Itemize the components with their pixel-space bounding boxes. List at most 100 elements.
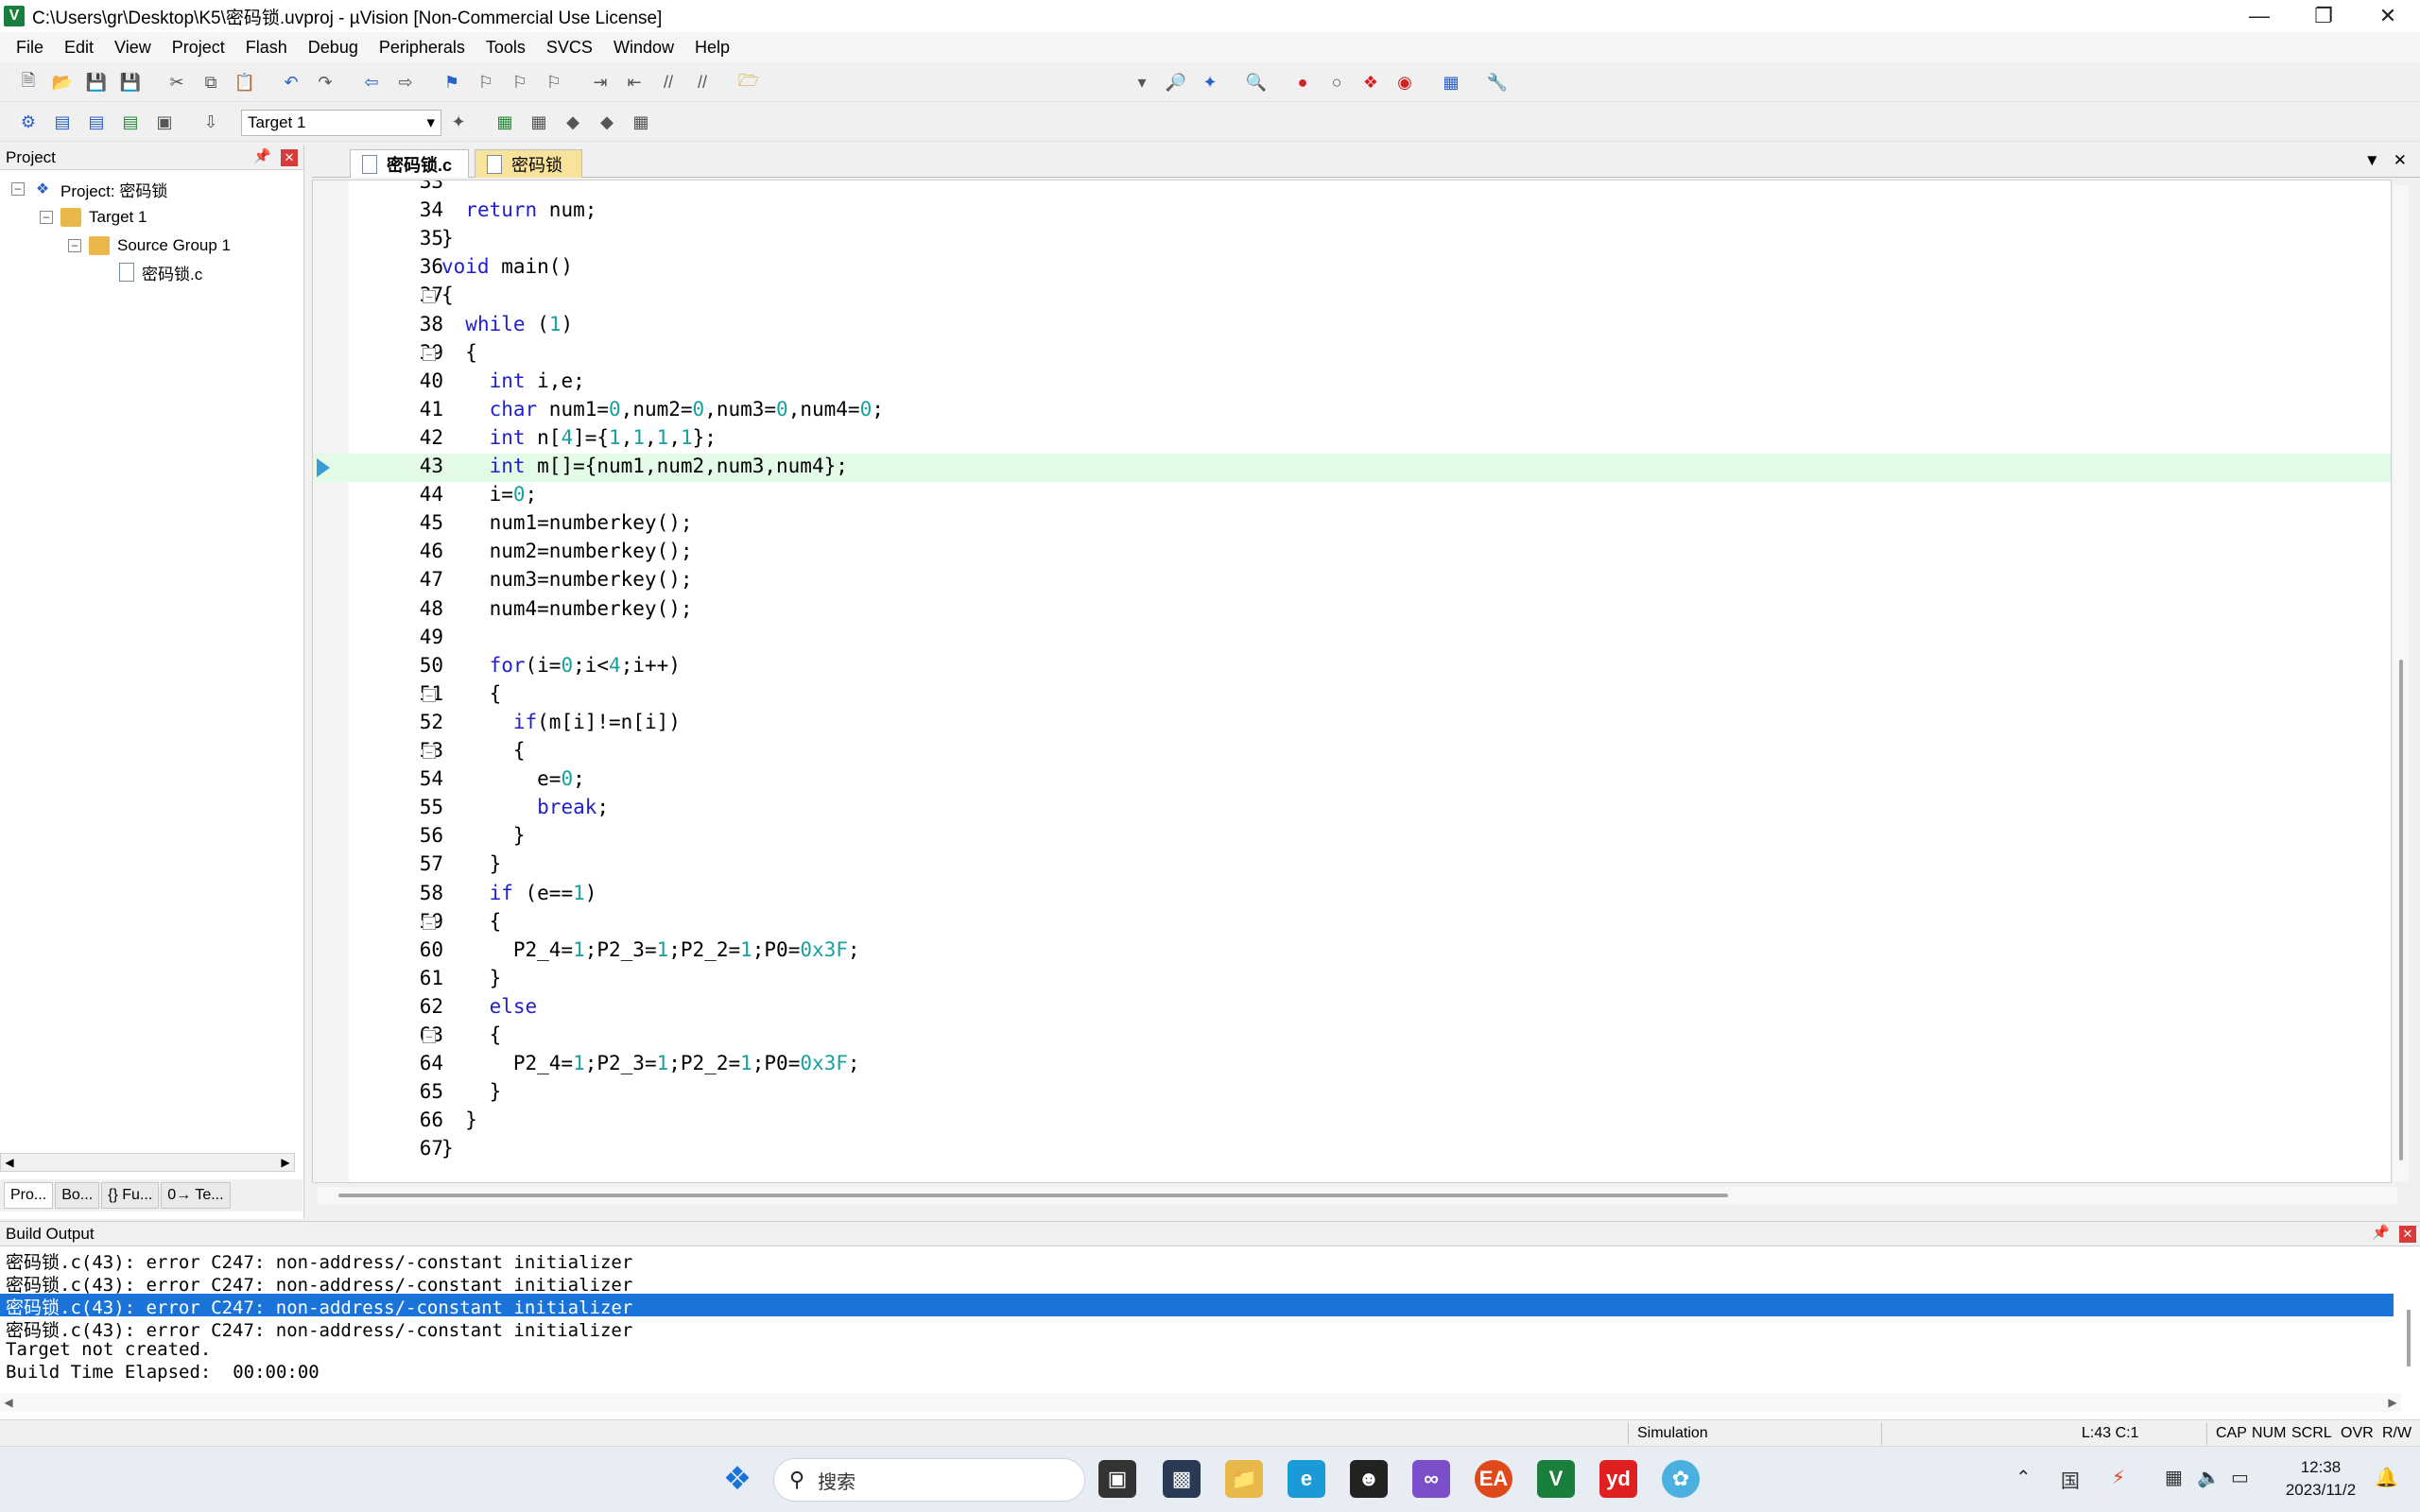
edge-browser-icon[interactable]: e xyxy=(1288,1460,1325,1498)
scrollbar-thumb[interactable] xyxy=(2407,1310,2411,1366)
redo-icon[interactable]: ↷ xyxy=(311,69,339,97)
scrollbar-thumb[interactable] xyxy=(2399,660,2403,1160)
pin-icon[interactable]: 📌 xyxy=(253,147,271,164)
close-icon[interactable]: ✕ xyxy=(281,149,298,166)
tree-target-node[interactable]: – Target 1 xyxy=(40,204,147,231)
menu-window[interactable]: Window xyxy=(603,38,684,58)
notification-bell-icon[interactable]: 🔔 xyxy=(2375,1466,2398,1489)
network-icon[interactable]: ▦ xyxy=(2165,1466,2183,1489)
tab-source-file[interactable]: 密码锁.c xyxy=(350,149,469,178)
fold-toggle-icon[interactable]: – xyxy=(423,746,436,759)
build-output-line[interactable]: Target not created. xyxy=(0,1339,2394,1362)
tab-templates[interactable]: 0→ Te... xyxy=(161,1182,231,1209)
uncomment-icon[interactable]: // xyxy=(688,69,717,97)
build-output-line[interactable]: 密码锁.c(43): error C247: non-address/-cons… xyxy=(0,1316,2394,1341)
code-line[interactable]: 45 num1=numberkey(); xyxy=(313,510,2391,539)
code-line[interactable]: 49 xyxy=(313,625,2391,653)
uvision-taskbar-icon[interactable]: V xyxy=(1537,1460,1575,1498)
virtualbox-app-icon[interactable]: ▩ xyxy=(1163,1460,1201,1498)
code-line[interactable]: 56 } xyxy=(313,823,2391,851)
code-line[interactable]: 41 char num1=0,num2=0,num3=0,num4=0; xyxy=(313,397,2391,425)
tree-group-node[interactable]: – Source Group 1 xyxy=(68,232,231,259)
code-line[interactable]: 62 else xyxy=(313,994,2391,1022)
menu-view[interactable]: View xyxy=(104,38,162,58)
code-line[interactable]: 50 for(i=0;i<4;i++) xyxy=(313,653,2391,681)
code-line[interactable]: 40 int i,e; xyxy=(313,369,2391,397)
breakpoint-insert-icon[interactable]: ● xyxy=(1288,69,1317,97)
collapse-icon[interactable]: – xyxy=(11,182,25,196)
configure-icon[interactable]: 🔧 xyxy=(1483,69,1512,97)
fold-toggle-icon[interactable]: – xyxy=(423,1030,436,1043)
navigate-back-icon[interactable]: ⇦ xyxy=(357,69,386,97)
code-line[interactable]: 46 num2=numberkey(); xyxy=(313,539,2391,567)
bookmark-prev-icon[interactable]: ⚐ xyxy=(472,69,500,97)
code-editor[interactable]: 3334 return num;35}36void main()37–{38 w… xyxy=(312,180,2392,1183)
batch-build-icon[interactable]: ▤ xyxy=(116,109,145,137)
debug-session-icon[interactable]: 🔍 xyxy=(1242,69,1270,97)
task-view-icon[interactable]: ▣ xyxy=(1098,1460,1136,1498)
breakpoint-kill-icon[interactable]: ❖ xyxy=(1357,69,1385,97)
code-line[interactable]: 54 e=0; xyxy=(313,766,2391,795)
tab-books[interactable]: Bo... xyxy=(55,1182,100,1209)
breakpoints-menu-icon[interactable]: ◉ xyxy=(1391,69,1419,97)
fold-toggle-icon[interactable]: – xyxy=(423,916,436,930)
close-window-button[interactable]: ✕ xyxy=(2356,0,2420,32)
navigate-forward-icon[interactable]: ⇨ xyxy=(391,69,420,97)
code-line[interactable]: 52 if(m[i]!=n[i]) xyxy=(313,710,2391,738)
menu-help[interactable]: Help xyxy=(684,38,740,58)
code-line[interactable]: 51– { xyxy=(313,681,2391,710)
scroll-left-icon[interactable]: ◀ xyxy=(0,1393,17,1412)
input-method-icon[interactable]: 国 xyxy=(2061,1466,2080,1493)
code-line[interactable]: 33 xyxy=(313,180,2391,198)
copy-icon[interactable]: ⧉ xyxy=(197,69,225,97)
bookmark-next-icon[interactable]: ⚐ xyxy=(506,69,534,97)
code-line[interactable]: 34 return num; xyxy=(313,198,2391,226)
code-line[interactable]: 64 P2_4=1;P2_3=1;P2_2=1;P0=0x3F; xyxy=(313,1051,2391,1079)
tab-functions[interactable]: {} Fu... xyxy=(101,1182,160,1209)
menu-debug[interactable]: Debug xyxy=(298,38,369,58)
window-layout-icon[interactable]: ▦ xyxy=(1437,69,1465,97)
code-line[interactable]: 67} xyxy=(313,1136,2391,1164)
unindent-icon[interactable]: ⇤ xyxy=(620,69,648,97)
download-icon[interactable]: ⇩ xyxy=(197,109,225,137)
project-horizontal-scrollbar[interactable]: ◀ ▶ xyxy=(0,1153,295,1172)
tab-project[interactable]: Pro... xyxy=(4,1182,54,1209)
build-output-line[interactable]: 密码锁.c(43): error C247: non-address/-cons… xyxy=(0,1248,2394,1273)
build-icon[interactable]: ▤ xyxy=(48,109,77,137)
menu-file[interactable]: File xyxy=(6,38,54,58)
battery-icon[interactable]: ▭ xyxy=(2231,1466,2249,1489)
undo-icon[interactable]: ↶ xyxy=(277,69,305,97)
code-line[interactable]: 36 void main() xyxy=(313,254,2391,283)
code-line[interactable]: 59– { xyxy=(313,909,2391,937)
editor-horizontal-scrollbar[interactable] xyxy=(318,1187,2397,1204)
menu-edit[interactable]: Edit xyxy=(54,38,104,58)
tray-overflow-icon[interactable]: ⌃ xyxy=(2015,1466,2031,1489)
bookmark-toggle-icon[interactable]: ⚑ xyxy=(438,69,466,97)
menu-svcs[interactable]: SVCS xyxy=(536,38,603,58)
qq-app-icon[interactable]: ☻ xyxy=(1350,1460,1388,1498)
file-explorer-icon[interactable]: 📁 xyxy=(1225,1460,1263,1498)
target-options-icon[interactable]: ✦ xyxy=(444,109,473,137)
code-line[interactable]: 63– { xyxy=(313,1022,2391,1051)
pin-icon[interactable]: 📌 xyxy=(2372,1224,2390,1241)
code-line[interactable]: 39– { xyxy=(313,340,2391,369)
menu-flash[interactable]: Flash xyxy=(235,38,298,58)
fold-toggle-icon[interactable]: – xyxy=(423,290,436,304)
tab-project-file[interactable]: 密码锁 xyxy=(475,149,582,178)
incremental-find-icon[interactable]: ✦ xyxy=(1196,69,1224,97)
tree-file-node[interactable]: 密码锁.c xyxy=(119,259,202,285)
code-line[interactable]: 47 num3=numberkey(); xyxy=(313,567,2391,595)
code-line[interactable]: 38 while (1) xyxy=(313,312,2391,340)
code-line[interactable]: 35} xyxy=(313,226,2391,254)
code-line[interactable]: 61 } xyxy=(313,966,2391,994)
scrollbar-thumb[interactable] xyxy=(338,1194,1728,1197)
stop-build-icon[interactable]: ▣ xyxy=(150,109,179,137)
code-line[interactable]: 66 } xyxy=(313,1108,2391,1136)
visual-studio-icon[interactable]: ∞ xyxy=(1412,1460,1450,1498)
save-icon[interactable]: 💾 xyxy=(82,69,111,97)
close-icon[interactable]: ✕ xyxy=(2399,1226,2416,1243)
bookmark-clear-icon[interactable]: ⚐ xyxy=(540,69,568,97)
collapse-icon[interactable]: – xyxy=(68,239,81,252)
menu-peripherals[interactable]: Peripherals xyxy=(369,38,475,58)
build-output-line[interactable]: 密码锁.c(43): error C247: non-address/-cons… xyxy=(0,1294,2394,1318)
